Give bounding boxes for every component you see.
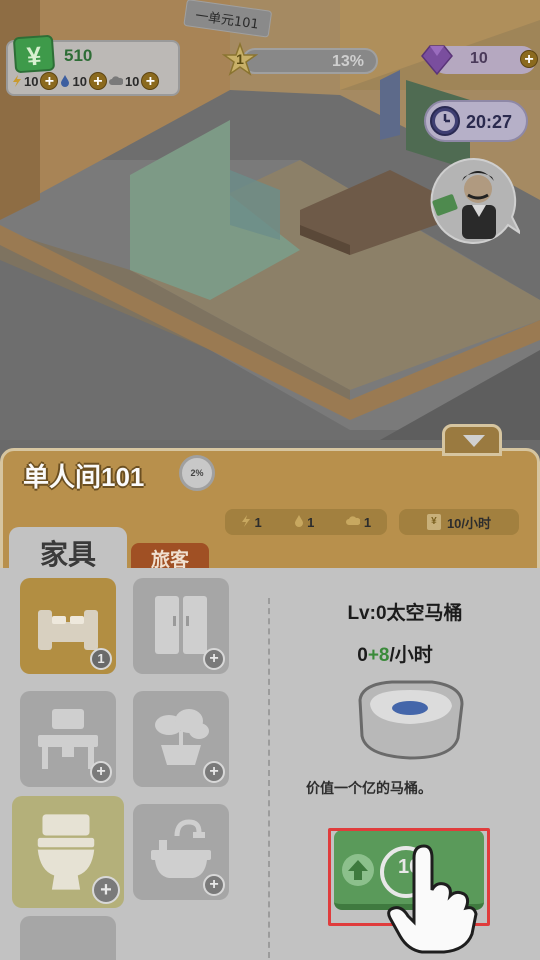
gem-count: 10 xyxy=(470,50,488,67)
panel-divider xyxy=(268,598,270,958)
room-income-value: 10/小时 xyxy=(446,515,492,531)
gems-panel: 10 + xyxy=(420,42,538,76)
clock-icon xyxy=(430,106,460,136)
add-gas-button[interactable]: + xyxy=(141,72,160,90)
power-value: 10 xyxy=(24,73,39,89)
add-power-button[interactable]: + xyxy=(40,72,59,90)
lightning-icon xyxy=(13,75,21,87)
landlord-npc-icon[interactable] xyxy=(428,155,520,251)
toilet-icon xyxy=(37,814,95,890)
yen-icon: ¥ xyxy=(12,34,56,74)
furniture-slot-plant[interactable]: + xyxy=(133,691,229,787)
item-income-rate: 0+8/小时 xyxy=(300,640,490,667)
room-resource-usage: 1 1 1 xyxy=(225,509,387,535)
resources-row: 10 + 10 + 10 + xyxy=(12,72,160,90)
plant-icon xyxy=(155,709,209,765)
furniture-slot-toilet[interactable]: + xyxy=(12,796,124,908)
bed-count-badge: 1 xyxy=(90,648,112,670)
item-description: 价值一个亿的马桶。 xyxy=(306,780,432,796)
chevron-down-icon xyxy=(463,435,485,447)
rate-unit: /小时 xyxy=(389,645,433,666)
add-desk-icon: + xyxy=(90,761,112,783)
furniture-slot-bed[interactable]: 1 xyxy=(20,578,116,674)
level-progress[interactable]: 13% 1 xyxy=(222,42,378,78)
room-completion: 2% xyxy=(179,455,215,491)
room-gas: 1 xyxy=(363,514,372,530)
gem-icon xyxy=(421,45,453,76)
clock-time: 20:27 xyxy=(466,112,513,132)
collapse-panel-button[interactable] xyxy=(442,424,502,456)
add-plant-icon: + xyxy=(203,761,225,783)
furniture-slot-more[interactable] xyxy=(20,916,116,960)
room-panel-header: 单人间101 2% 1 1 1 ¥ 10/小时 家具 旅客 xyxy=(0,448,540,587)
room-water: 1 xyxy=(307,514,315,530)
bed-icon xyxy=(38,610,98,650)
room-power: 1 xyxy=(254,514,262,530)
player-level: 1 xyxy=(236,51,244,67)
furniture-slot-wardrobe[interactable]: + xyxy=(133,578,229,674)
add-water-button[interactable]: + xyxy=(88,72,107,90)
cloud-icon xyxy=(346,515,361,525)
rate-base: 0 xyxy=(357,645,368,666)
yen-icon: ¥ xyxy=(426,514,441,530)
table-chair-icon xyxy=(38,709,98,769)
space-toilet-image xyxy=(358,680,464,760)
wardrobe-icon xyxy=(155,596,207,654)
cloud-icon xyxy=(109,76,123,85)
rate-gain: +8 xyxy=(367,645,390,666)
tutorial-highlight-frame xyxy=(328,828,490,926)
level-progress-bar: 13% xyxy=(242,48,378,74)
water-drop-icon xyxy=(61,75,70,87)
level-progress-percent: 13% xyxy=(331,53,364,70)
add-wardrobe-icon: + xyxy=(203,648,225,670)
water-drop-icon xyxy=(294,514,303,527)
gas-value: 10 xyxy=(124,73,140,89)
item-name: Lv:0太空马桶 xyxy=(347,603,463,624)
bathtub-icon xyxy=(151,819,211,878)
lightning-icon xyxy=(241,514,250,527)
add-toilet-icon: + xyxy=(92,876,120,904)
water-value: 10 xyxy=(72,73,87,89)
money-panel: ¥ 510 10 + 10 + 10 + xyxy=(6,34,180,96)
money-amount: 510 xyxy=(64,46,93,65)
furniture-slot-bathtub[interactable]: + xyxy=(133,804,229,900)
add-bathtub-icon: + xyxy=(203,874,225,896)
furniture-slot-desk[interactable]: + xyxy=(20,691,116,787)
room-income: ¥ 10/小时 xyxy=(399,509,519,535)
add-gems-button[interactable]: + xyxy=(520,50,538,68)
room-title: 单人间101 xyxy=(23,462,145,492)
game-clock: 20:27 xyxy=(424,100,528,142)
